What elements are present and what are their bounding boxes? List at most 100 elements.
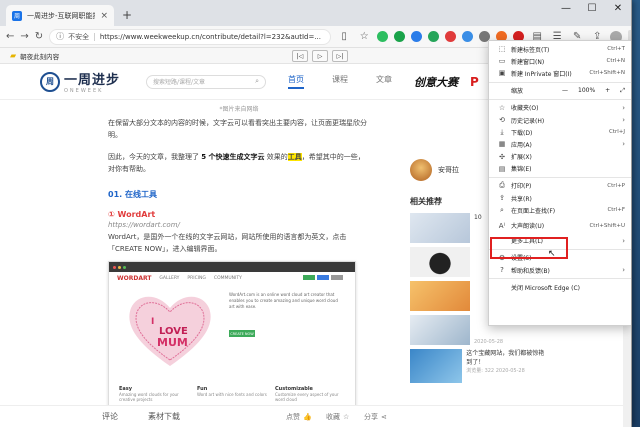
new-tab-button[interactable]: + (118, 6, 136, 24)
site-nav: 首页 课程 文章 (288, 74, 392, 89)
related-meta: 浏览量: 322 2020-05-28 (466, 368, 525, 374)
share-button[interactable]: 分享 ⋖ (364, 412, 387, 422)
blue-extension-icon[interactable] (411, 31, 423, 42)
nav-courses[interactable]: 课程 (332, 74, 348, 89)
image-caption: *图片来自网络 (219, 106, 259, 113)
contest-banner[interactable]: 创意大赛 (414, 74, 458, 90)
green-extension-icon[interactable] (394, 31, 406, 42)
menu-label: 关闭 Microsoft Edge (C) (511, 284, 580, 292)
favorites-item[interactable]: 朝夜此刻内容 (20, 51, 59, 61)
author-name[interactable]: 安哥拉 (438, 165, 459, 175)
read-aloud-icon: A⁾ (498, 221, 506, 230)
menu-shortcut: Ctrl+Shift+N (589, 70, 625, 77)
address-bar[interactable]: ⓘ 不安全 | https://www.weekweekup.cn/contri… (49, 28, 332, 45)
zoom-in-button[interactable]: + (605, 87, 610, 94)
search-icon[interactable]: ⌕ (255, 77, 259, 86)
menu-help[interactable]: ? 帮助和反馈(B) › (489, 264, 631, 276)
collections-icon: ▤ (498, 164, 506, 173)
tab-weekweekup[interactable]: 周 一周进步-互联网职能技能入口 × (6, 5, 114, 26)
download-icon: ⤓ (500, 127, 504, 136)
close-window-button[interactable]: ✕ (605, 0, 631, 18)
back-arrow-icon[interactable]: ← (6, 30, 14, 44)
folder-icon: ▰ (10, 51, 17, 60)
author-avatar[interactable] (410, 159, 432, 181)
menu-label: 设置(S) (511, 255, 532, 263)
nav-articles[interactable]: 文章 (376, 74, 392, 89)
favorite-label: 收藏 (326, 412, 340, 421)
tool-url[interactable]: https://wordart.com/ (108, 219, 370, 231)
url-text[interactable]: https://www.weekweekup.cn/contribute/det… (100, 33, 324, 41)
share-label: 分享 (364, 412, 378, 421)
maximize-button[interactable]: ☐ (579, 0, 605, 18)
fullscreen-icon[interactable]: ⤢ (620, 87, 625, 95)
partner-logo[interactable]: P (470, 75, 479, 89)
chevron-right-icon: › (622, 236, 625, 245)
menu-inprivate[interactable]: ▣ 新建 InPrivate 窗口(I) Ctrl+Shift+N (489, 67, 631, 79)
article-paragraph-3: WordArt，是国外一个在线的文字云网站，网站所使用的语言都为英文，点击「CR… (108, 233, 347, 253)
menu-share[interactable]: ⇪ 共享(R) (489, 192, 631, 204)
site-logo[interactable]: 周 一周进步 ONEWEEK (40, 69, 120, 94)
feature-fun: Fun Word art with nice fonts and colors (197, 386, 267, 398)
nav-home[interactable]: 首页 (288, 74, 305, 89)
read-view-icon[interactable]: ▯ (337, 30, 351, 44)
chevron-right-icon: › (622, 266, 625, 275)
menu-downloads[interactable]: ⤓ 下载(D) Ctrl+J (489, 126, 631, 138)
menu-find[interactable]: ⌕ 在页面上查找(F) Ctrl+F (489, 204, 631, 216)
menu-history[interactable]: ⟲ 历史记录(H) › (489, 114, 631, 126)
screenshot-buttons (303, 275, 343, 280)
menu-extensions[interactable]: ✣ 扩展(X) (489, 151, 631, 163)
media-play-button[interactable]: ▷ (312, 50, 328, 62)
site-search-input[interactable]: 搜索短路/课程/文章 ⌕ (146, 74, 267, 89)
new-tab-icon: ⬚ (498, 45, 506, 54)
find-icon: ⌕ (500, 205, 504, 214)
wordart-nav-item: PRICING (187, 275, 206, 281)
adblock-extension-icon[interactable] (445, 31, 457, 42)
related-item[interactable]: 这个宝藏网站，我们都被惊艳到了！ 浏览量: 322 2020-05-28 (410, 349, 550, 383)
comment-tab[interactable]: 评论 (102, 411, 118, 422)
menu-label: 缩放 (511, 88, 524, 96)
create-now-button: CREATE NOW (229, 330, 255, 337)
zoom-out-button[interactable]: — (562, 87, 568, 94)
menu-label: 在页面上查找(F) (511, 207, 556, 215)
media-prev-button[interactable]: |◁ (292, 50, 308, 62)
help-icon: ? (500, 266, 504, 275)
menu-label: 大声朗读(U) (511, 223, 545, 231)
favorite-button[interactable]: 收藏 ☆ (326, 412, 349, 422)
tab-close-icon[interactable]: × (100, 11, 108, 21)
wordart-nav-item: COMMUNITY (213, 275, 242, 281)
menu-apps[interactable]: ▦ 应用(A) › (489, 138, 631, 150)
inprivate-icon: ▣ (498, 69, 506, 78)
feature-custom: Customizable Customize every aspect of yo… (275, 386, 339, 403)
check-extension-icon[interactable] (428, 31, 440, 42)
evernote-extension-icon[interactable] (377, 31, 389, 42)
like-button[interactable]: 点赞 👍 (286, 412, 312, 422)
refresh-icon[interactable]: ↻ (35, 30, 43, 44)
menu-new-window[interactable]: ▭ 新建窗口(N) Ctrl+N (489, 55, 631, 67)
download-tab[interactable]: 素材下载 (148, 411, 180, 422)
menu-label: 应用(A) (511, 141, 532, 149)
insecure-label: 不安全 (68, 32, 90, 41)
wordart-screenshot: WORDART GALLERY PRICING COMMUNITY I LOVE… (108, 261, 356, 407)
media-next-button[interactable]: ▷| (332, 50, 348, 62)
forward-arrow-icon[interactable]: → (20, 30, 28, 44)
menu-close-edge[interactable]: 关闭 Microsoft Edge (C) (489, 281, 631, 293)
highlighted-word: 工具 (287, 153, 302, 161)
article-paragraph-2: 因此，今天的文章，我整理了 5 个快速生成文字云 效果的工具，希望其中的一些，对… (108, 151, 370, 175)
menu-settings[interactable]: ⚙ 设置(S) (489, 252, 631, 264)
heart-word-cloud: I LOVE MUM (129, 296, 211, 366)
favorite-star-icon[interactable]: ☆ (357, 30, 371, 44)
menu-new-tab[interactable]: ⬚ 新建标签页(T) Ctrl+T (489, 43, 631, 55)
menu-zoom: 缩放 — 100% + ⤢ (489, 85, 631, 97)
menu-separator (489, 81, 631, 83)
info-icon[interactable]: ⓘ (56, 31, 64, 42)
screenshot-titlebar (109, 262, 355, 272)
menu-separator (489, 176, 631, 178)
menu-read-aloud[interactable]: A⁾ 大声朗读(U) Ctrl+Shift+U (489, 219, 631, 231)
menu-collections[interactable]: ▤ 集锦(E) (489, 163, 631, 175)
menu-print[interactable]: ⎙ 打印(P) Ctrl+P (489, 180, 631, 192)
menu-favorites[interactable]: ☆ 收藏夹(O) › (489, 102, 631, 114)
globe-extension-icon[interactable] (462, 31, 474, 42)
minimize-button[interactable]: — (553, 0, 579, 18)
menu-more-tools[interactable]: 更多工具(L) › (489, 235, 631, 247)
para-text: 因此，今天的文章，我整理了 (108, 153, 199, 161)
